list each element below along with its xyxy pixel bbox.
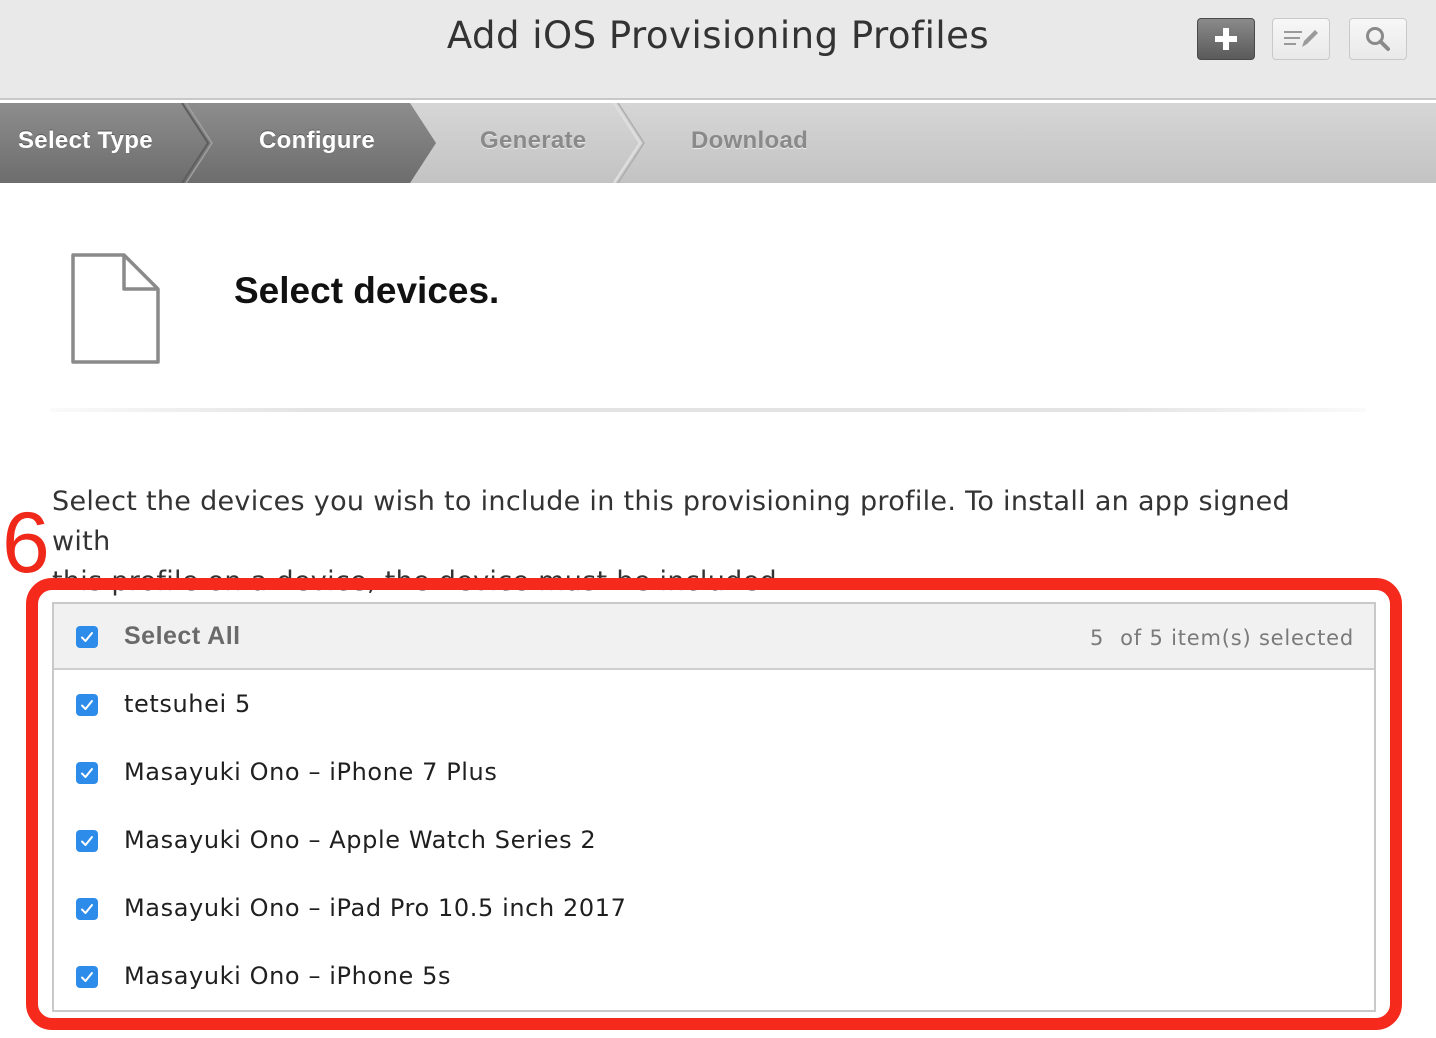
step-separator bbox=[612, 103, 645, 183]
search-icon bbox=[1366, 27, 1390, 51]
step-generate: Generate bbox=[480, 127, 587, 154]
search-button[interactable] bbox=[1349, 18, 1407, 60]
section-divider bbox=[50, 408, 1366, 412]
step-configure: Configure bbox=[259, 127, 376, 154]
add-button[interactable] bbox=[1197, 18, 1255, 60]
document-icon bbox=[71, 253, 160, 364]
annotation-highlight-box bbox=[26, 578, 1402, 1030]
progress-stepper: Select Type Configure Generate Download bbox=[0, 103, 1436, 183]
plus-icon bbox=[1215, 28, 1237, 50]
edit-icon bbox=[1284, 30, 1318, 47]
step-select-type: Select Type bbox=[18, 127, 153, 154]
section-title: Select devices. bbox=[234, 270, 500, 311]
step-download: Download bbox=[691, 127, 809, 154]
page-header: Add iOS Provisioning Profiles bbox=[0, 0, 1436, 100]
step-separator bbox=[181, 103, 213, 183]
description-line: Select the devices you wish to include i… bbox=[52, 486, 1290, 557]
edit-button[interactable] bbox=[1272, 18, 1330, 60]
annotation-step-number: 6 bbox=[2, 495, 50, 591]
